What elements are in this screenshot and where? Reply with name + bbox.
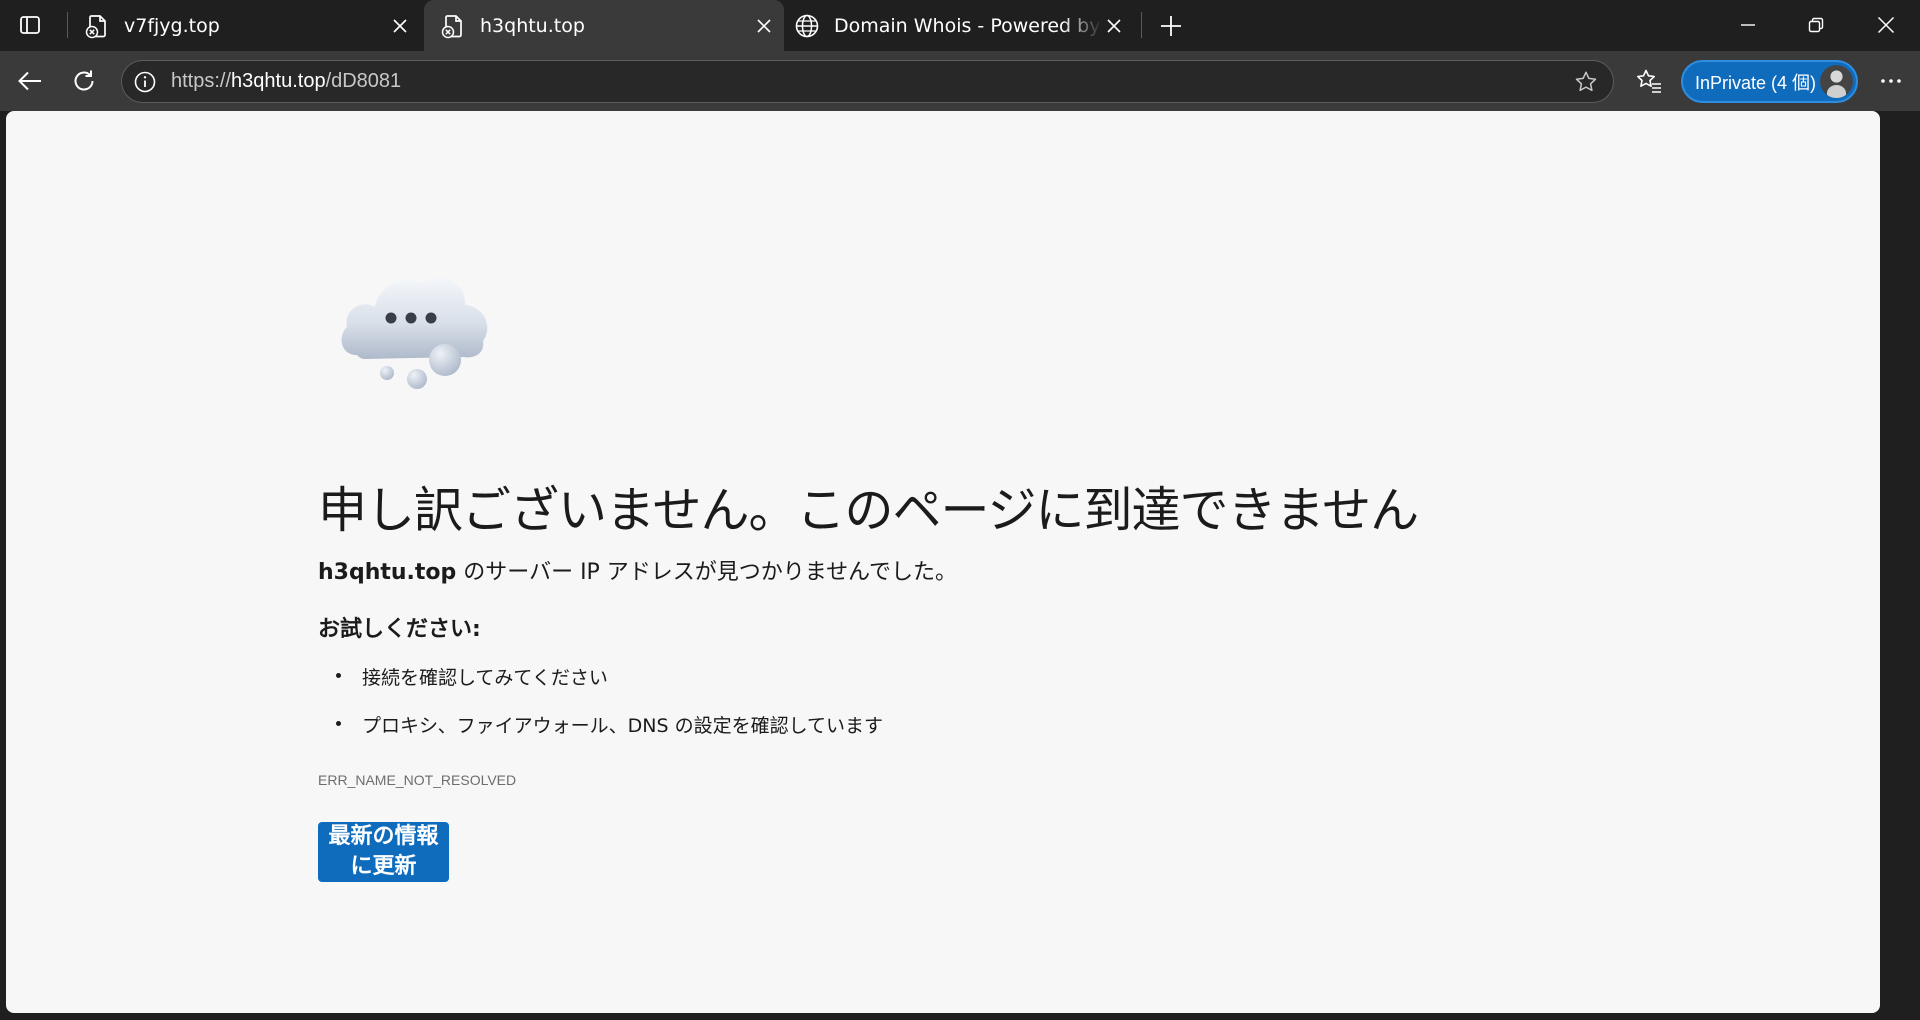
tab-actions-icon bbox=[20, 16, 40, 34]
error-code: ERR_NAME_NOT_RESOLVED bbox=[318, 772, 517, 788]
url-text[interactable]: https://h3qhtu.top/dD8081 bbox=[171, 70, 401, 93]
tab-actions-button[interactable] bbox=[10, 6, 50, 44]
close-icon bbox=[1107, 18, 1121, 33]
favorites-button[interactable] bbox=[1628, 60, 1670, 102]
restore-icon bbox=[1808, 17, 1824, 33]
close-icon bbox=[393, 18, 407, 33]
star-icon bbox=[1575, 71, 1597, 92]
inprivate-button[interactable]: InPrivate (4 個) bbox=[1681, 60, 1858, 103]
restore-button[interactable] bbox=[1782, 0, 1850, 50]
back-button[interactable] bbox=[9, 60, 51, 102]
new-tab-button[interactable] bbox=[1152, 7, 1190, 45]
error-description-text: のサーバー IP アドレスが見つかりませんでした。 bbox=[456, 560, 958, 585]
plus-icon bbox=[1161, 16, 1181, 36]
browser-toolbar: https://h3qhtu.top/dD8081 InPrivate (4 個… bbox=[0, 51, 1920, 111]
refresh-icon bbox=[74, 70, 94, 91]
broken-page-icon bbox=[441, 14, 462, 38]
tab-close-button[interactable] bbox=[1102, 14, 1126, 38]
url-host: h3qhtu.top bbox=[231, 70, 326, 92]
tab-separator bbox=[1141, 12, 1142, 38]
info-icon bbox=[134, 71, 156, 93]
suggestion-list: 接続を確認してみてください プロキシ、ファイアウォール、DNS の設定を確認して… bbox=[318, 663, 883, 759]
address-bar[interactable]: https://h3qhtu.top/dD8081 bbox=[121, 60, 1614, 103]
avatar bbox=[1820, 65, 1853, 98]
favorites-icon bbox=[1637, 69, 1661, 93]
settings-more-button[interactable] bbox=[1870, 60, 1912, 102]
refresh-page-button[interactable]: 最新の情報に更新 bbox=[318, 822, 449, 882]
suggestion-check-connection: 接続を確認してみてください bbox=[318, 663, 883, 711]
inprivate-label: InPrivate (4 個) bbox=[1695, 72, 1817, 93]
tab-h3qhtu[interactable]: h3qhtu.top bbox=[424, 0, 784, 51]
error-description: h3qhtu.top のサーバー IP アドレスが見つかりませんでした。 bbox=[318, 554, 957, 586]
tab-close-button[interactable] bbox=[752, 14, 776, 38]
page-content: 申し訳ございません。このページに到達できません h3qhtu.top のサーバー… bbox=[6, 111, 1880, 1013]
close-icon bbox=[757, 18, 771, 33]
tab-strip: v7fjyg.top h3qhtu.top Domain Whois - Pow… bbox=[0, 0, 1920, 51]
url-scheme: https:// bbox=[171, 70, 232, 92]
tab-domain-whois[interactable]: Domain Whois - Powered by ZDNS bbox=[778, 2, 1134, 49]
add-favorite-button[interactable] bbox=[1573, 69, 1599, 95]
tab-v7fjyg[interactable]: v7fjyg.top bbox=[68, 2, 420, 49]
tab-title: Domain Whois - Powered by ZDNS bbox=[834, 14, 1102, 37]
error-title: 申し訳ございません。このページに到達できません bbox=[318, 482, 1419, 539]
close-icon bbox=[1877, 16, 1895, 34]
minimize-button[interactable] bbox=[1714, 0, 1782, 50]
arrow-left-icon bbox=[18, 71, 41, 91]
try-heading: お試しください: bbox=[318, 617, 481, 642]
tab-title: v7fjyg.top bbox=[124, 14, 220, 37]
suggestion-check-proxy: プロキシ、ファイアウォール、DNS の設定を確認しています bbox=[318, 711, 883, 759]
more-horizontal-icon bbox=[1881, 79, 1901, 83]
minimize-icon bbox=[1741, 24, 1755, 26]
url-path: /dD8081 bbox=[325, 70, 402, 92]
globe-icon bbox=[795, 14, 819, 37]
cloud-error-icon bbox=[341, 277, 488, 389]
site-info-button[interactable] bbox=[132, 69, 158, 95]
tab-title: h3qhtu.top bbox=[480, 14, 585, 37]
broken-page-icon bbox=[85, 14, 106, 38]
tab-close-button[interactable] bbox=[388, 14, 412, 38]
refresh-button[interactable] bbox=[63, 60, 105, 102]
error-host: h3qhtu.top bbox=[318, 560, 457, 585]
close-window-button[interactable] bbox=[1852, 0, 1920, 50]
